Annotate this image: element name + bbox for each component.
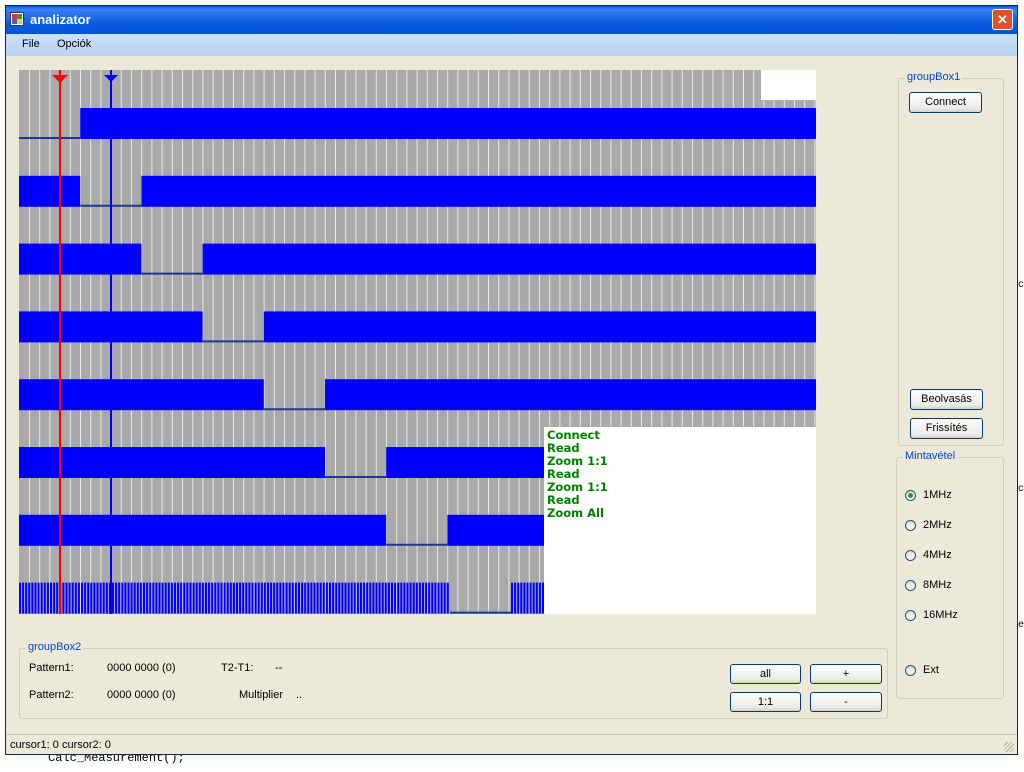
background-code-fragment: c	[1018, 484, 1024, 495]
all-button[interactable]: all	[730, 664, 801, 684]
log-line: Zoom 1:1	[547, 480, 608, 494]
beolvasas-button[interactable]: Beolvasás	[910, 389, 983, 410]
log-line: Zoom All	[547, 506, 604, 520]
radio-label: 2MHz	[923, 519, 952, 531]
radio-dot-icon	[905, 520, 916, 531]
radio-ext[interactable]: Ext	[905, 664, 985, 680]
signal-bar	[19, 447, 325, 478]
radio-dot-icon	[905, 610, 916, 621]
title-bar[interactable]: analizator ✕	[6, 6, 1017, 34]
signal-plot[interactable]: Connect Read Zoom 1:1 Read Zoom 1:1 Read…	[19, 70, 817, 614]
radio-8mhz[interactable]: 8MHz	[905, 579, 985, 595]
app-icon	[10, 12, 24, 26]
radio-label: 4MHz	[923, 549, 952, 561]
frissites-button[interactable]: Frissítés	[910, 418, 983, 439]
signal-bar	[202, 243, 817, 275]
window-title: analizator	[30, 12, 91, 27]
minus-button[interactable]: -	[810, 692, 882, 712]
radio-16mhz[interactable]: 16MHz	[905, 609, 985, 625]
radio-label: 8MHz	[923, 579, 952, 591]
t2t1-label: T2-T1:	[221, 662, 254, 674]
menu-bar: File Opciók	[6, 34, 1017, 56]
groupbox2: groupBox2 Pattern1: 0000 0000 (0) Patter…	[19, 641, 888, 719]
close-button[interactable]: ✕	[992, 9, 1013, 30]
one-to-one-button[interactable]: 1:1	[730, 692, 801, 712]
status-bar: cursor1: 0 cursor2: 0	[6, 734, 1017, 754]
radio-1mhz[interactable]: 1MHz	[905, 489, 985, 505]
menu-opciok[interactable]: Opciók	[57, 38, 91, 50]
radio-2mhz[interactable]: 2MHz	[905, 519, 985, 535]
signal-bar	[19, 175, 81, 207]
pattern1-value: 0000 0000 (0)	[107, 662, 176, 674]
pattern2-value: 0000 0000 (0)	[107, 689, 176, 701]
multiplier-value: ..	[296, 689, 303, 701]
pattern2-label: Pattern2:	[29, 689, 74, 701]
radio-label: Ext	[923, 664, 939, 676]
t2t1-value: --	[275, 662, 283, 674]
background-code-fragment: c	[1018, 280, 1024, 291]
radio-label: 1MHz	[923, 489, 952, 501]
radio-dot-icon	[905, 550, 916, 561]
multiplier-label: Multiplier	[239, 689, 284, 701]
log-box: Connect Read Zoom 1:1 Read Zoom 1:1 Read…	[544, 427, 816, 614]
resize-grip-icon[interactable]	[1004, 742, 1014, 752]
radio-label: 16MHz	[923, 609, 958, 621]
plus-button[interactable]: +	[810, 664, 882, 684]
close-icon: ✕	[997, 12, 1008, 27]
signal-bar	[141, 175, 816, 207]
signal-bar	[80, 108, 816, 139]
groupbox2-title: groupBox2	[26, 641, 84, 653]
radio-4mhz[interactable]: 4MHz	[905, 549, 985, 565]
pattern1-label: Pattern1:	[29, 662, 74, 674]
main-window: analizator ✕ File Opciók Connect Read Zo…	[5, 5, 1018, 755]
grid-notch	[761, 70, 816, 100]
groupbox1-title: groupBox1	[905, 71, 963, 83]
groupbox1: groupBox1 Connect Beolvasás Frissítés	[898, 71, 1004, 446]
status-text: cursor1: 0 cursor2: 0	[10, 739, 111, 751]
background-code-fragment: e	[1018, 620, 1024, 631]
mintavetel-groupbox: Mintavétel 1MHz 2MHz 4MHz 8MHz 16MHz Ext	[896, 450, 1004, 699]
radio-dot-icon	[905, 580, 916, 591]
signal-bar	[263, 311, 816, 343]
signal-bar	[19, 243, 142, 275]
log-line: Connect	[547, 428, 600, 442]
grid-area-top	[19, 70, 761, 100]
log-line: Zoom 1:1	[547, 454, 608, 468]
menu-file[interactable]: File	[22, 38, 40, 50]
signal-bar	[19, 379, 264, 411]
signal-bar	[325, 379, 816, 411]
radio-dot-icon	[905, 665, 916, 676]
connect-button[interactable]: Connect	[909, 92, 982, 113]
radio-dot-icon	[905, 490, 916, 501]
mintavetel-title: Mintavétel	[903, 450, 958, 462]
signal-bar	[19, 514, 387, 546]
